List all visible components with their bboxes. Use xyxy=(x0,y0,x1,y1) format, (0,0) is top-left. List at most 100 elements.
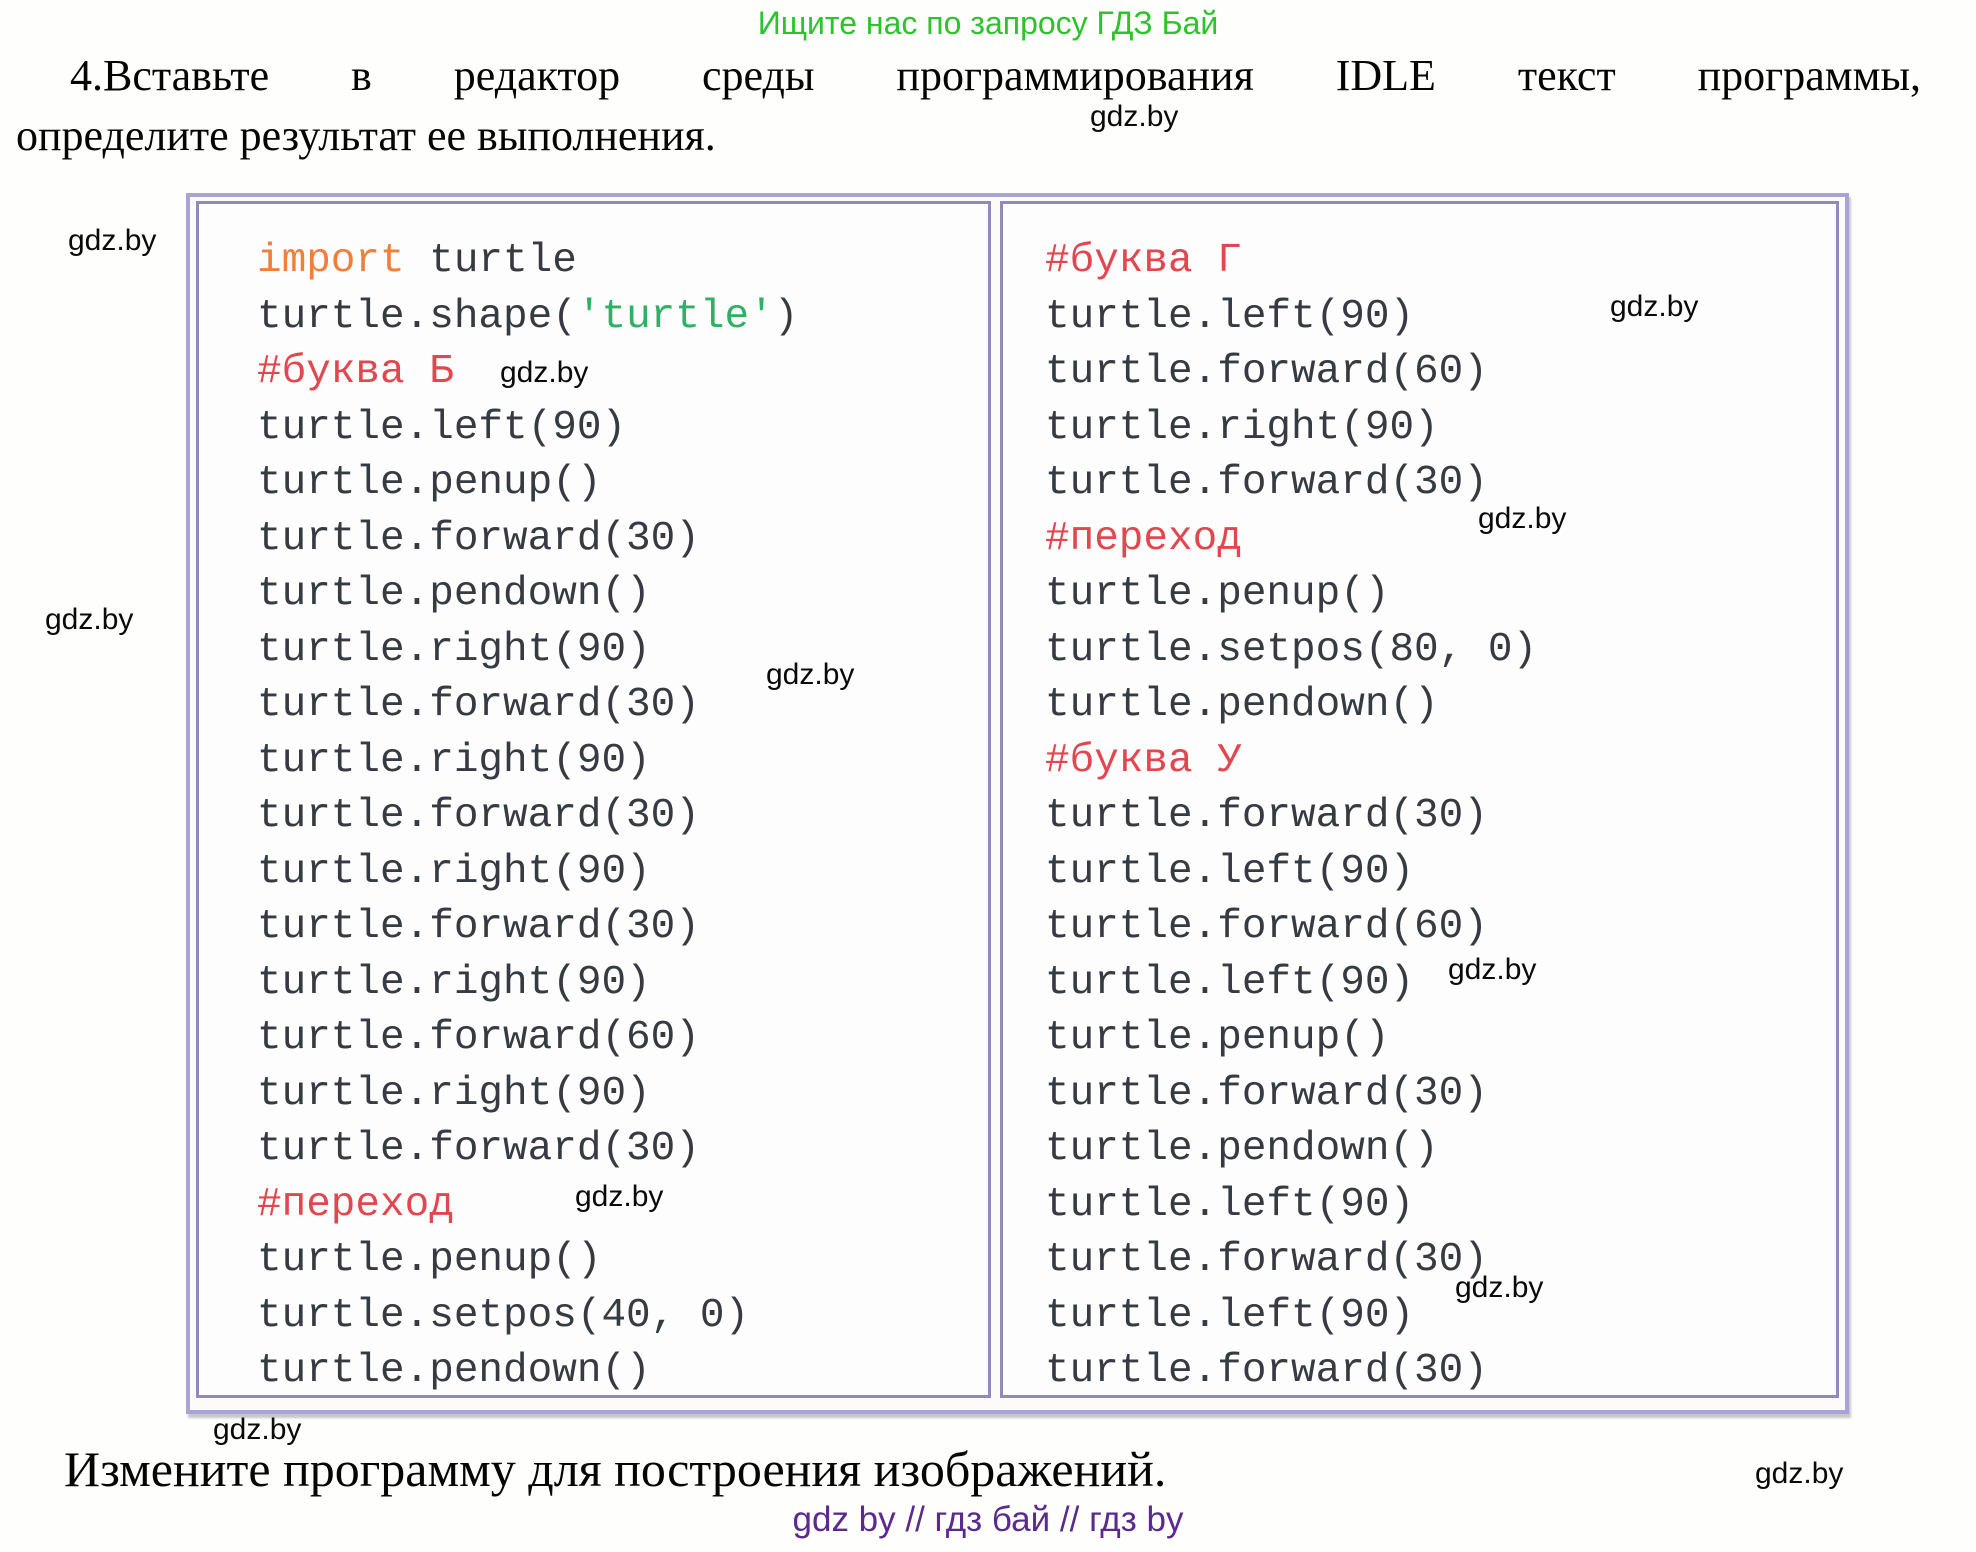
code-token: turtle.penup() xyxy=(1045,571,1389,617)
code-line: turtle.forward(30) xyxy=(257,512,988,568)
code-token: import xyxy=(257,238,405,284)
gdz-watermark: gdz.by xyxy=(1448,953,1536,987)
code-token: turtle.forward(60) xyxy=(1045,349,1488,395)
gdz-watermark: gdz.by xyxy=(1090,100,1178,134)
code-token: turtle.forward(30) xyxy=(257,516,700,562)
code-line: import turtle xyxy=(257,234,988,290)
code-line: turtle.left(90) xyxy=(257,401,988,457)
gdz-watermark: gdz.by xyxy=(1610,290,1698,324)
code-line: turtle.left(90) xyxy=(1045,1178,1836,1234)
gdz-watermark: gdz.by xyxy=(1755,1457,1843,1491)
gdz-watermark: gdz.by xyxy=(766,658,854,692)
code-token: turtle.forward(30) xyxy=(257,793,700,839)
code-token: turtle.shape( xyxy=(257,294,577,340)
code-token: turtle.pendown() xyxy=(1045,682,1439,728)
code-token: turtle.pendown() xyxy=(1045,1126,1439,1172)
code-token: turtle.left(90) xyxy=(1045,1182,1414,1228)
code-screenshot-frame: import turtleturtle.shape('turtle')#букв… xyxy=(186,193,1849,1414)
code-token: turtle.penup() xyxy=(257,1237,601,1283)
code-line: turtle.forward(60) xyxy=(1045,345,1836,401)
code-token: turtle.left(90) xyxy=(257,405,626,451)
code-token: turtle.setpos(40, 0) xyxy=(257,1293,749,1339)
code-listing-right: #буква Г turtle.left(90) turtle.forward(60… xyxy=(1003,204,1836,1400)
code-line: turtle.forward(60) xyxy=(257,1011,988,1067)
code-token: #буква Г xyxy=(1045,238,1242,284)
code-listing-left: import turtleturtle.shape('turtle')#букв… xyxy=(199,204,988,1400)
gdz-watermark: gdz.by xyxy=(1455,1271,1543,1305)
code-panel-left: import turtleturtle.shape('turtle')#букв… xyxy=(196,201,991,1398)
code-line: #буква Г xyxy=(1045,234,1836,290)
code-line: #переход xyxy=(1045,512,1836,568)
code-line: turtle.forward(30) xyxy=(1045,1067,1836,1123)
code-line: turtle.forward(30) xyxy=(1045,456,1836,512)
code-line: turtle.right(90) xyxy=(257,1067,988,1123)
code-line: turtle.right(90) xyxy=(257,845,988,901)
code-token: turtle.right(90) xyxy=(257,849,651,895)
site-footer-text: gdz by // гдз бай // гдз by xyxy=(0,1500,1976,1540)
code-token: turtle.left(90) xyxy=(1045,849,1414,895)
code-line: #буква У xyxy=(1045,734,1836,790)
code-token: turtle.forward(30) xyxy=(1045,1348,1488,1394)
code-line: #буква Б xyxy=(257,345,988,401)
task-followup-text: Измените программу для построения изобра… xyxy=(64,1440,1166,1498)
code-line: turtle.left(90) xyxy=(1045,1289,1836,1345)
code-token: turtle.left(90) xyxy=(1045,1293,1414,1339)
code-token: ) xyxy=(774,294,799,340)
code-token: #буква Б xyxy=(257,349,454,395)
code-line: turtle.forward(30) xyxy=(1045,1344,1836,1400)
code-line: turtle.setpos(80, 0) xyxy=(1045,623,1836,679)
code-token: turtle.right(90) xyxy=(1045,405,1439,451)
gdz-watermark: gdz.by xyxy=(575,1180,663,1214)
code-line: turtle.forward(30) xyxy=(257,789,988,845)
code-line: turtle.setpos(40, 0) xyxy=(257,1289,988,1345)
code-token: turtle.pendown() xyxy=(257,571,651,617)
code-token: turtle.forward(30) xyxy=(257,904,700,950)
code-token: turtle.left(90) xyxy=(1045,294,1414,340)
code-token: turtle xyxy=(405,238,577,284)
task-text-line2: определите результат ее выполнения. xyxy=(16,110,716,161)
code-line: turtle.forward(60) xyxy=(1045,900,1836,956)
promo-banner: Ищите нас по запросу ГДЗ Бай xyxy=(0,5,1976,42)
code-line: turtle.pendown() xyxy=(257,1344,988,1400)
code-line: turtle.pendown() xyxy=(257,567,988,623)
code-token: 'turtle' xyxy=(577,294,774,340)
code-line: turtle.penup() xyxy=(1045,567,1836,623)
code-token: #буква У xyxy=(1045,738,1242,784)
code-token: #переход xyxy=(1045,516,1242,562)
gdz-watermark: gdz.by xyxy=(45,603,133,637)
code-line: turtle.penup() xyxy=(257,456,988,512)
code-token: turtle.forward(30) xyxy=(1045,1071,1488,1117)
code-line: turtle.forward(30) xyxy=(257,1122,988,1178)
code-line: turtle.forward(30) xyxy=(257,900,988,956)
code-token: turtle.setpos(80, 0) xyxy=(1045,627,1537,673)
code-token: turtle.forward(30) xyxy=(257,682,700,728)
code-token: turtle.forward(60) xyxy=(257,1015,700,1061)
code-line: turtle.right(90) xyxy=(257,623,988,679)
code-token: turtle.penup() xyxy=(257,460,601,506)
code-panel-right: #буква Г turtle.left(90) turtle.forward(60… xyxy=(1000,201,1839,1398)
code-line: turtle.pendown() xyxy=(1045,678,1836,734)
code-token: turtle.penup() xyxy=(1045,1015,1389,1061)
code-token: turtle.forward(30) xyxy=(1045,793,1488,839)
code-line: turtle.shape('turtle') xyxy=(257,290,988,346)
code-line: turtle.right(90) xyxy=(1045,401,1836,457)
code-token: turtle.right(90) xyxy=(257,627,651,673)
code-line: turtle.penup() xyxy=(1045,1011,1836,1067)
code-token: turtle.pendown() xyxy=(257,1348,651,1394)
task-text-line1: 4.Вставьте в редактор среды программиров… xyxy=(70,50,1921,101)
code-token: turtle.forward(60) xyxy=(1045,904,1488,950)
code-token: turtle.left(90) xyxy=(1045,960,1414,1006)
code-line: turtle.right(90) xyxy=(257,734,988,790)
code-token: turtle.forward(30) xyxy=(257,1126,700,1172)
gdz-watermark: gdz.by xyxy=(68,224,156,258)
gdz-watermark: gdz.by xyxy=(500,356,588,390)
page: Ищите нас по запросу ГДЗ Бай 4.Вставьте … xyxy=(0,0,1976,1552)
gdz-watermark: gdz.by xyxy=(213,1413,301,1447)
code-line: turtle.pendown() xyxy=(1045,1122,1836,1178)
code-token: turtle.right(90) xyxy=(257,1071,651,1117)
code-line: turtle.forward(30) xyxy=(1045,789,1836,845)
code-line: turtle.forward(30) xyxy=(257,678,988,734)
code-line: turtle.right(90) xyxy=(257,956,988,1012)
code-token: turtle.right(90) xyxy=(257,738,651,784)
code-line: turtle.penup() xyxy=(257,1233,988,1289)
